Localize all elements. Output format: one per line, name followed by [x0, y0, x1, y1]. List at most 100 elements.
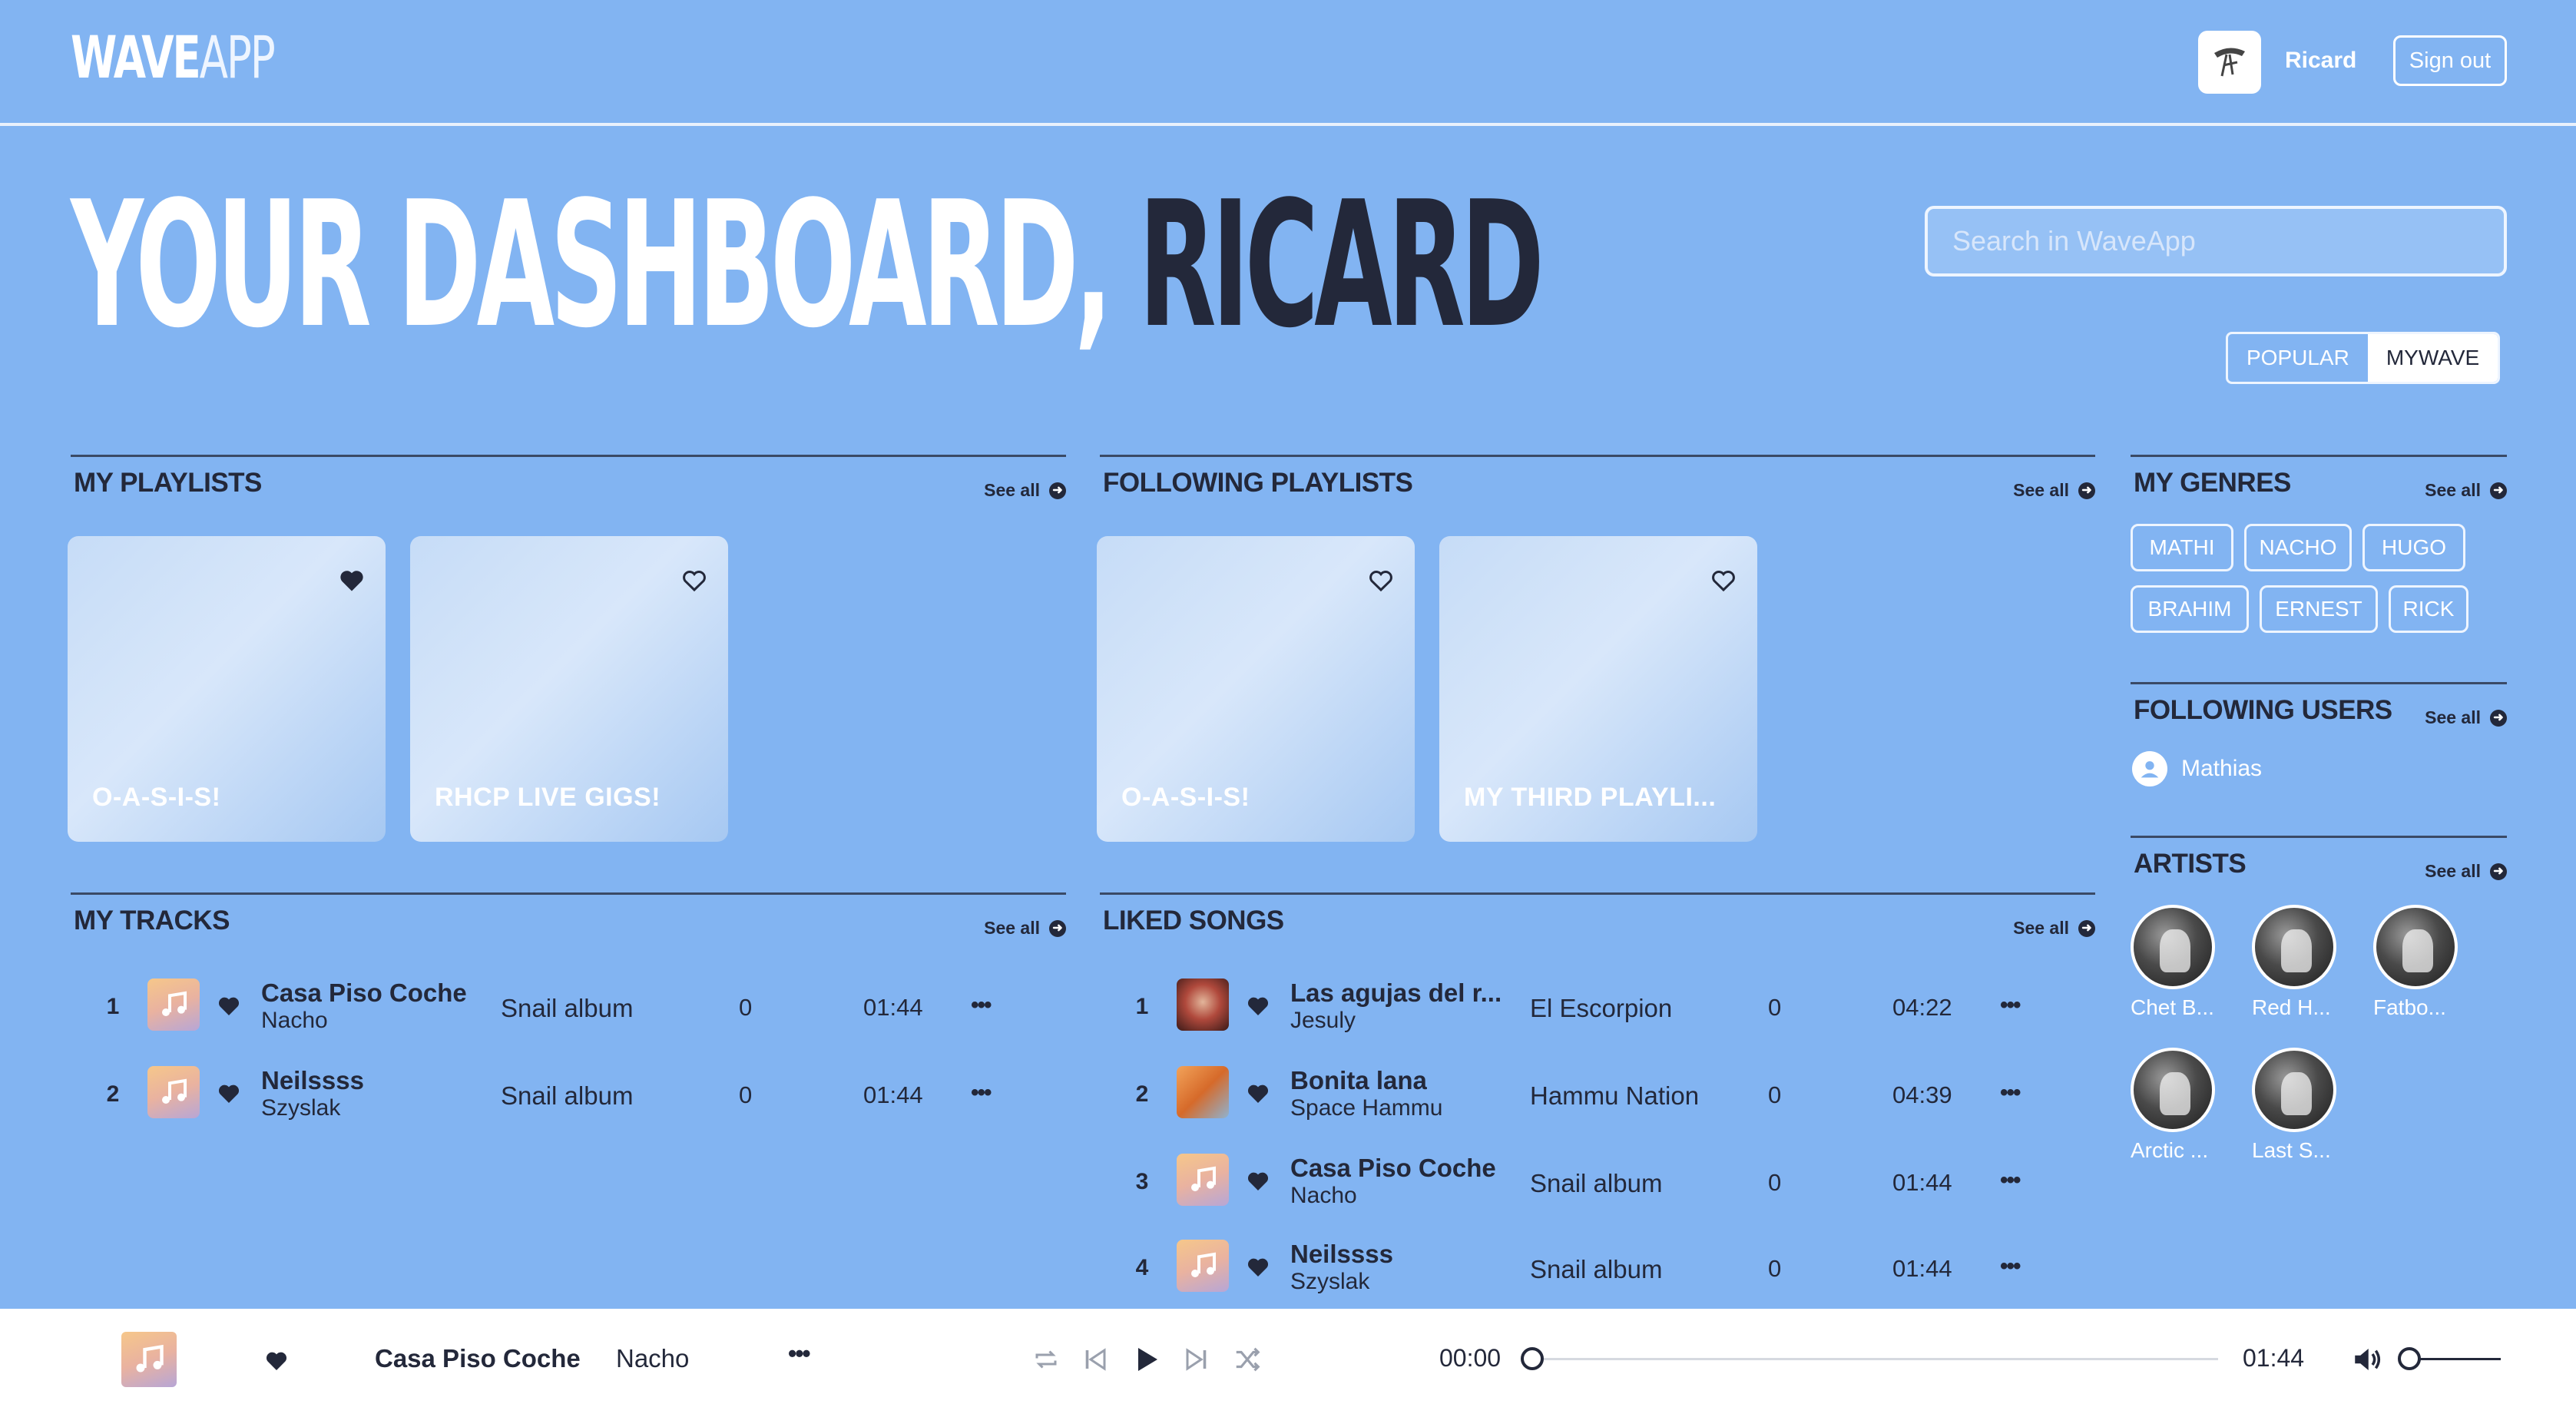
- search-input[interactable]: [1925, 206, 2507, 276]
- my-playlists-section: MY PLAYLISTS See all ➜: [71, 455, 1066, 500]
- track-row[interactable]: 1 Casa Piso Coche Nacho Snail album 0 01…: [71, 972, 1065, 1041]
- artist-item[interactable]: Chet B...: [2131, 905, 2223, 1020]
- genre-tag[interactable]: RICK: [2389, 585, 2468, 633]
- see-all-link[interactable]: See all ➜: [2425, 480, 2507, 501]
- see-all-label: See all: [2425, 861, 2481, 881]
- see-all-link[interactable]: See all ➜: [2425, 707, 2507, 728]
- heart-outline-icon[interactable]: [1367, 567, 1395, 594]
- see-all-link[interactable]: See all ➜: [2013, 918, 2095, 939]
- track-title[interactable]: Casa Piso Coche: [261, 978, 467, 1008]
- arrow-right-icon: ➜: [2490, 709, 2507, 727]
- genre-tag[interactable]: MATHI: [2131, 524, 2233, 571]
- track-title[interactable]: Las agujas del r...: [1290, 978, 1502, 1008]
- track-artist[interactable]: Szyslak: [261, 1095, 340, 1121]
- tab-mywave[interactable]: MYWAVE: [2367, 334, 2498, 382]
- genre-tag[interactable]: BRAHIM: [2131, 585, 2249, 633]
- track-title[interactable]: Neilssss: [1290, 1240, 1393, 1269]
- artist-item[interactable]: Red H...: [2252, 905, 2344, 1020]
- track-row[interactable]: 3 Casa Piso Coche Nacho Snail album 0 01…: [1100, 1147, 2094, 1217]
- track-artist[interactable]: Jesuly: [1290, 1008, 1356, 1034]
- see-all-link[interactable]: See all ➜: [2013, 480, 2095, 501]
- progress-track[interactable]: [1538, 1358, 2218, 1360]
- following-users-section: FOLLOWING USERS See all ➜: [2131, 682, 2507, 727]
- more-options-icon[interactable]: •••: [2000, 1167, 2021, 1194]
- track-album: Snail album: [1530, 1255, 1663, 1283]
- track-artist[interactable]: Nacho: [261, 1008, 328, 1034]
- arrow-right-icon: ➜: [2078, 482, 2095, 499]
- track-title[interactable]: Casa Piso Coche: [1290, 1154, 1496, 1183]
- see-all-link[interactable]: See all ➜: [984, 480, 1066, 501]
- track-row[interactable]: 2 Bonita lana Space Hammu Hammu Nation 0…: [1100, 1060, 2094, 1129]
- heart-outline-icon[interactable]: [680, 567, 708, 594]
- volume-track[interactable]: [2416, 1358, 2501, 1360]
- play-icon[interactable]: [1129, 1343, 1163, 1376]
- track-duration: 01:44: [1892, 1255, 1952, 1282]
- heart-filled-icon[interactable]: [217, 1081, 241, 1106]
- logo[interactable]: WAVEAPP: [71, 23, 276, 91]
- track-number: 1: [106, 994, 120, 1019]
- genre-tag[interactable]: ERNEST: [2260, 585, 2378, 633]
- progress-handle[interactable]: [1521, 1347, 1544, 1370]
- heart-filled-icon[interactable]: [217, 994, 241, 1018]
- heart-filled-icon[interactable]: [1246, 1081, 1270, 1106]
- heart-filled-icon[interactable]: [1246, 1169, 1270, 1194]
- track-row[interactable]: 2 Neilssss Szyslak Snail album 0 01:44 •…: [71, 1060, 1065, 1129]
- previous-track-icon[interactable]: [1078, 1343, 1112, 1376]
- following-user-item[interactable]: Mathias: [2132, 751, 2262, 786]
- playlist-title: O-A-S-I-S!: [92, 783, 221, 812]
- artist-item[interactable]: Last S...: [2252, 1048, 2344, 1163]
- section-title: FOLLOWING PLAYLISTS: [1103, 468, 1413, 498]
- artist-item[interactable]: Arctic ...: [2131, 1048, 2223, 1163]
- user-avatar[interactable]: [2198, 31, 2261, 94]
- sign-out-button[interactable]: Sign out: [2393, 35, 2507, 86]
- track-duration: 01:44: [863, 1081, 923, 1108]
- more-options-icon[interactable]: •••: [788, 1339, 811, 1368]
- heart-outline-icon[interactable]: [1710, 567, 1737, 594]
- track-cover: [1177, 1154, 1229, 1206]
- see-all-label: See all: [2425, 480, 2481, 500]
- playlist-card[interactable]: RHCP LIVE GIGS!: [410, 536, 728, 842]
- artist-item[interactable]: Fatbo...: [2373, 905, 2465, 1020]
- playlist-card[interactable]: MY THIRD PLAYLI...: [1439, 536, 1757, 842]
- more-options-icon[interactable]: •••: [971, 992, 992, 1018]
- user-name[interactable]: Ricard: [2285, 48, 2356, 74]
- more-options-icon[interactable]: •••: [971, 1080, 992, 1106]
- track-title[interactable]: Bonita lana: [1290, 1066, 1427, 1095]
- track-title[interactable]: Neilssss: [261, 1066, 364, 1095]
- music-note-icon: [1191, 1166, 1216, 1191]
- playlist-title: MY THIRD PLAYLI...: [1464, 783, 1717, 812]
- artist-photo: [2373, 905, 2458, 989]
- genre-tag[interactable]: HUGO: [2362, 524, 2465, 571]
- heart-filled-icon[interactable]: [1246, 994, 1270, 1018]
- track-plays: 0: [1768, 1081, 1782, 1108]
- section-title: MY PLAYLISTS: [74, 468, 262, 498]
- playlist-card[interactable]: O-A-S-I-S!: [68, 536, 386, 842]
- playlist-card[interactable]: O-A-S-I-S!: [1097, 536, 1415, 842]
- genre-tag[interactable]: NACHO: [2244, 524, 2352, 571]
- tab-popular[interactable]: POPULAR: [2228, 334, 2368, 382]
- see-all-link[interactable]: See all ➜: [2425, 861, 2507, 882]
- track-artist[interactable]: Szyslak: [1290, 1269, 1369, 1295]
- track-row[interactable]: 4 Neilssss Szyslak Snail album 0 01:44 •…: [1100, 1233, 2094, 1303]
- heart-filled-icon[interactable]: [264, 1349, 289, 1373]
- track-artist[interactable]: Nacho: [1290, 1183, 1357, 1209]
- see-all-link[interactable]: See all ➜: [984, 918, 1066, 939]
- track-artist[interactable]: Space Hammu: [1290, 1095, 1442, 1121]
- heart-filled-icon[interactable]: [338, 567, 366, 594]
- heart-filled-icon[interactable]: [1246, 1255, 1270, 1280]
- more-options-icon[interactable]: •••: [2000, 1253, 2021, 1280]
- shuffle-icon[interactable]: [1230, 1343, 1264, 1376]
- track-duration: 04:39: [1892, 1081, 1952, 1108]
- more-options-icon[interactable]: •••: [2000, 1080, 2021, 1106]
- section-title: MY TRACKS: [74, 906, 230, 935]
- volume-handle[interactable]: [2398, 1347, 2421, 1370]
- repeat-icon[interactable]: [1029, 1343, 1063, 1376]
- see-all-label: See all: [984, 480, 1040, 500]
- track-number: 1: [1135, 994, 1149, 1019]
- next-track-icon[interactable]: [1180, 1343, 1214, 1376]
- arrow-right-icon: ➜: [1049, 482, 1066, 499]
- more-options-icon[interactable]: •••: [2000, 992, 2021, 1018]
- track-row[interactable]: 1 Las agujas del r... Jesuly El Escorpio…: [1100, 972, 2094, 1041]
- player-bar: Casa Piso Coche Nacho ••• 00:00 01:44: [0, 1309, 2576, 1404]
- volume-icon[interactable]: [2349, 1343, 2386, 1376]
